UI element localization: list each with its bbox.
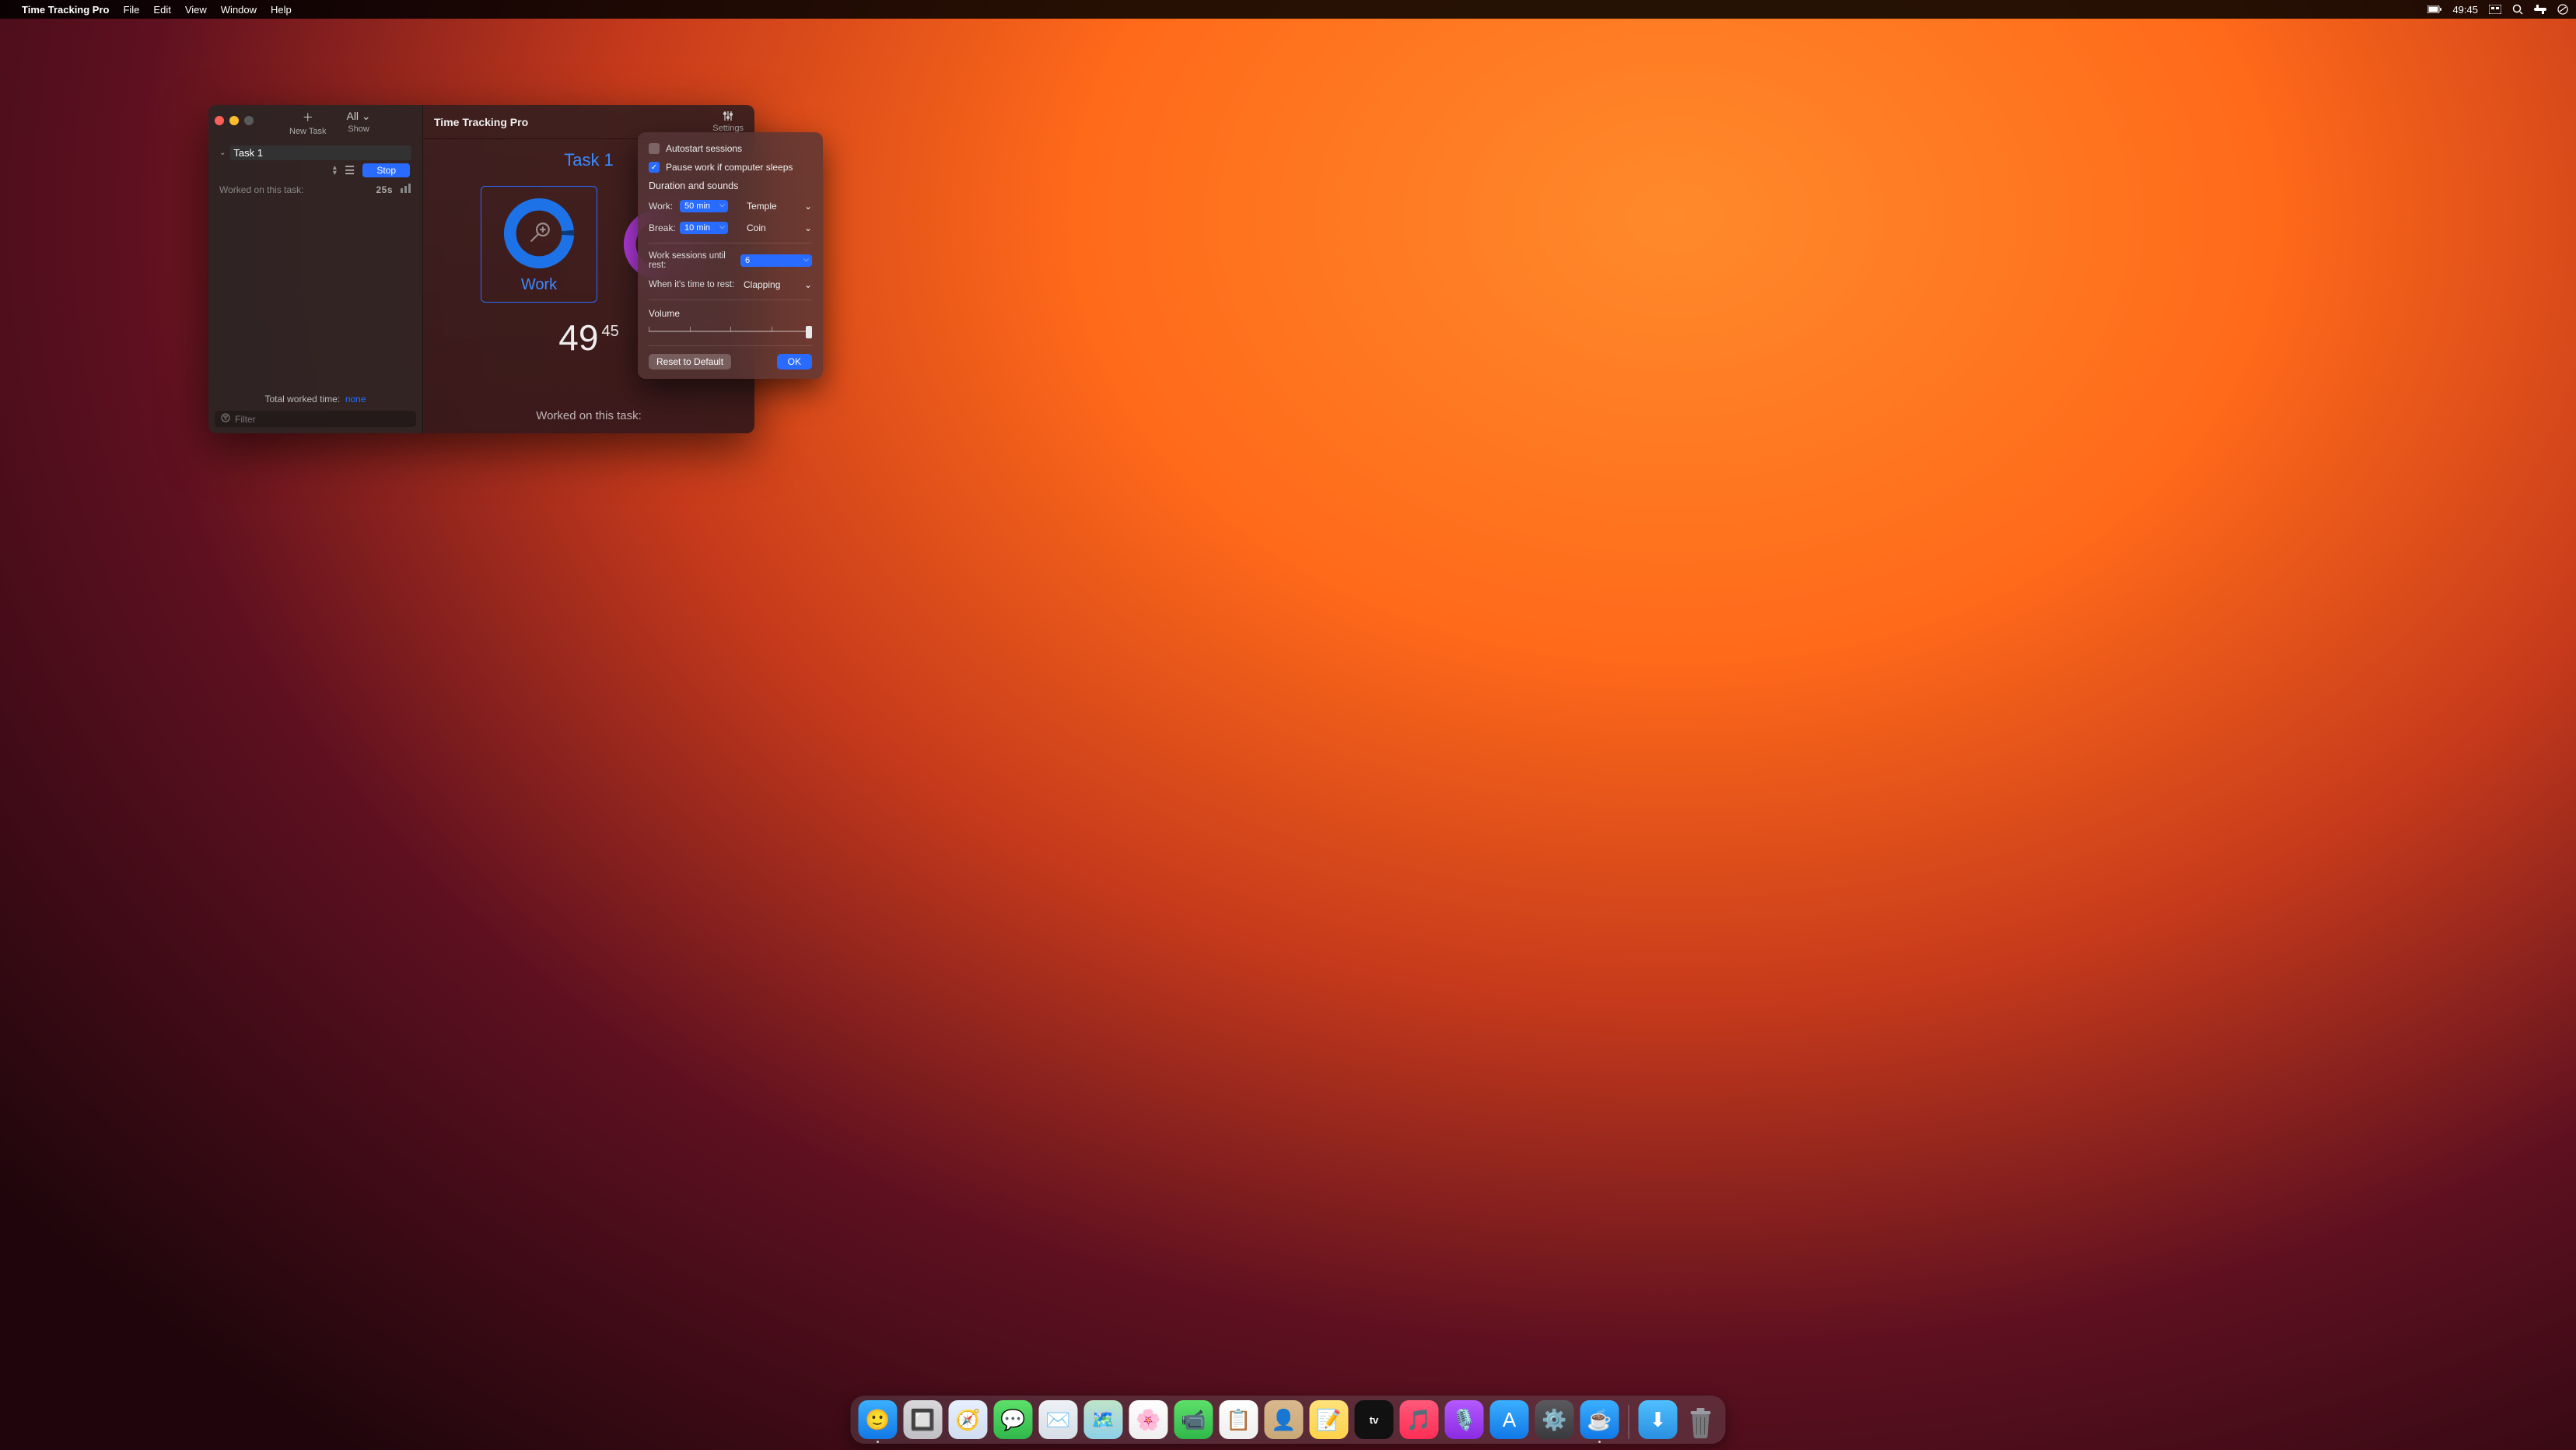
rest-label: When it's time to rest: bbox=[649, 280, 736, 289]
menu-file[interactable]: File bbox=[123, 4, 139, 16]
new-task-button[interactable]: ＋ New Task bbox=[282, 110, 334, 136]
window-minimize-button[interactable] bbox=[229, 116, 239, 125]
menu-view[interactable]: View bbox=[185, 4, 207, 16]
sessions-select[interactable]: 6 bbox=[740, 254, 812, 267]
autostart-label: Autostart sessions bbox=[666, 143, 742, 154]
dock-app-music[interactable]: 🎵 bbox=[1400, 1400, 1439, 1439]
filter-icon bbox=[221, 413, 230, 425]
dock-app-maps[interactable]: 🗺️ bbox=[1084, 1400, 1123, 1439]
dock-app-appstore[interactable]: A bbox=[1490, 1400, 1529, 1439]
bar-chart-icon[interactable] bbox=[401, 184, 411, 195]
task-card[interactable]: ⌄ ▴▾ ☰ Stop Worked on this task: 25s bbox=[213, 142, 418, 200]
dock-app-safari[interactable]: 🧭 bbox=[949, 1400, 988, 1439]
running-indicator-dot bbox=[1598, 1441, 1601, 1443]
battery-icon[interactable] bbox=[2427, 5, 2441, 13]
break-duration-row: Break: 10 min Coin bbox=[649, 221, 812, 235]
total-worked-value: none bbox=[345, 394, 366, 405]
hamburger-icon[interactable]: ☰ bbox=[345, 163, 355, 177]
dock-app-reminders[interactable]: 📋 bbox=[1220, 1400, 1258, 1439]
volume-slider[interactable] bbox=[649, 322, 812, 341]
work-duration-row: Work: 50 min Temple bbox=[649, 199, 812, 213]
ok-button[interactable]: OK bbox=[777, 354, 812, 370]
sessions-until-rest-row: Work sessions until rest: 6 bbox=[649, 251, 812, 270]
dock-app-timetracking[interactable]: ☕ bbox=[1580, 1400, 1619, 1439]
settings-button[interactable]: Settings bbox=[712, 110, 744, 133]
show-label: Show bbox=[348, 124, 369, 134]
window-title: Time Tracking Pro bbox=[434, 116, 528, 128]
dock: 🙂🔲🧭💬✉️🗺️🌸📹📋👤📝tv🎵🎙️A⚙️☕ ⬇︎ bbox=[851, 1396, 1726, 1444]
volume-label: Volume bbox=[649, 308, 812, 319]
timer-display: 49 45 bbox=[558, 317, 618, 359]
dock-app-podcasts[interactable]: 🎙️ bbox=[1445, 1400, 1484, 1439]
detail-worked-line: Worked on this task: bbox=[536, 409, 642, 422]
spotlight-icon[interactable] bbox=[2512, 4, 2523, 15]
dock-app-settings[interactable]: ⚙️ bbox=[1535, 1400, 1574, 1439]
menu-edit[interactable]: Edit bbox=[153, 4, 170, 16]
dock-trash[interactable] bbox=[1684, 1406, 1718, 1439]
dock-app-messages[interactable]: 💬 bbox=[994, 1400, 1033, 1439]
timer-seconds: 45 bbox=[601, 323, 618, 341]
checkbox-icon[interactable]: ✓ bbox=[649, 162, 660, 173]
settings-popover: Autostart sessions ✓ Pause work if compu… bbox=[638, 132, 823, 379]
checkbox-icon[interactable] bbox=[649, 143, 660, 154]
break-duration-select[interactable]: 10 min bbox=[680, 222, 728, 234]
running-indicator-dot bbox=[877, 1441, 879, 1443]
sessions-label: Work sessions until rest: bbox=[649, 251, 736, 270]
pause-label: Pause work if computer sleeps bbox=[666, 162, 793, 173]
reset-button[interactable]: Reset to Default bbox=[649, 354, 731, 370]
pause-checkbox-row[interactable]: ✓ Pause work if computer sleeps bbox=[649, 162, 812, 173]
work-sound-select[interactable]: Temple bbox=[744, 199, 812, 213]
filter-input[interactable] bbox=[235, 414, 410, 425]
window-close-button[interactable] bbox=[215, 116, 224, 125]
window-fullscreen-button[interactable] bbox=[244, 116, 254, 125]
dock-app-facetime[interactable]: 📹 bbox=[1174, 1400, 1213, 1439]
stepper-icon[interactable]: ▴▾ bbox=[333, 165, 337, 176]
macos-menubar: Time Tracking Pro File Edit View Window … bbox=[0, 0, 2576, 19]
folder-icon: ⬇︎ bbox=[1650, 1408, 1667, 1432]
work-label: Work: bbox=[649, 201, 675, 212]
rest-sound-row: When it's time to rest: Clapping bbox=[649, 278, 812, 292]
menu-window[interactable]: Window bbox=[221, 4, 257, 16]
dock-app-notes[interactable]: 📝 bbox=[1310, 1400, 1349, 1439]
dock-app-contacts[interactable]: 👤 bbox=[1265, 1400, 1304, 1439]
total-worked-line: Total worked time: none bbox=[208, 391, 422, 408]
worked-label: Worked on this task: bbox=[219, 184, 304, 195]
show-filter-button[interactable]: All ⌄ Show bbox=[338, 110, 378, 134]
detail-task-heading: Task 1 bbox=[564, 150, 614, 170]
dock-app-photos[interactable]: 🌸 bbox=[1129, 1400, 1168, 1439]
work-duration-select[interactable]: 50 min bbox=[680, 200, 728, 212]
break-sound-select[interactable]: Coin bbox=[744, 221, 812, 235]
dock-app-tv[interactable]: tv bbox=[1355, 1400, 1394, 1439]
control-center-icon[interactable] bbox=[2489, 5, 2501, 14]
dock-app-finder[interactable]: 🙂 bbox=[859, 1400, 898, 1439]
task-title-input[interactable] bbox=[230, 145, 411, 160]
disclosure-caret-icon[interactable]: ⌄ bbox=[219, 149, 226, 157]
sliders-icon bbox=[723, 110, 733, 124]
autostart-checkbox-row[interactable]: Autostart sessions bbox=[649, 143, 812, 154]
work-session-card[interactable]: Work bbox=[481, 186, 597, 303]
work-progress-ring bbox=[501, 195, 577, 271]
dock-downloads-folder[interactable]: ⬇︎ bbox=[1639, 1400, 1678, 1439]
new-task-label: New Task bbox=[289, 127, 326, 136]
dock-app-mail[interactable]: ✉️ bbox=[1039, 1400, 1078, 1439]
window-titlebar: ＋ New Task All ⌄ Show bbox=[208, 105, 422, 139]
menubar-clock[interactable]: 49:45 bbox=[2452, 4, 2478, 16]
sidebar: ＋ New Task All ⌄ Show ⌄ ▴▾ ☰ Stop Worked… bbox=[208, 105, 423, 433]
worked-value: 25s bbox=[376, 184, 393, 195]
menubar-circle-icon[interactable] bbox=[2557, 4, 2568, 15]
duration-section-heading: Duration and sounds bbox=[649, 180, 812, 191]
stop-button[interactable]: Stop bbox=[362, 163, 410, 177]
app-menu[interactable]: Time Tracking Pro bbox=[22, 4, 109, 16]
menubar-extra-icon[interactable] bbox=[2534, 5, 2546, 14]
break-label: Break: bbox=[649, 222, 675, 233]
dock-app-launchpad[interactable]: 🔲 bbox=[904, 1400, 943, 1439]
plus-icon: ＋ bbox=[303, 110, 313, 125]
rest-sound-select[interactable]: Clapping bbox=[740, 278, 812, 292]
filter-bar[interactable] bbox=[215, 411, 416, 427]
timer-minutes: 49 bbox=[558, 317, 598, 359]
menu-help[interactable]: Help bbox=[271, 4, 292, 16]
slider-knob[interactable] bbox=[806, 326, 812, 338]
chevron-down-icon: All ⌄ bbox=[346, 110, 370, 123]
work-ring-label: Work bbox=[521, 276, 557, 294]
